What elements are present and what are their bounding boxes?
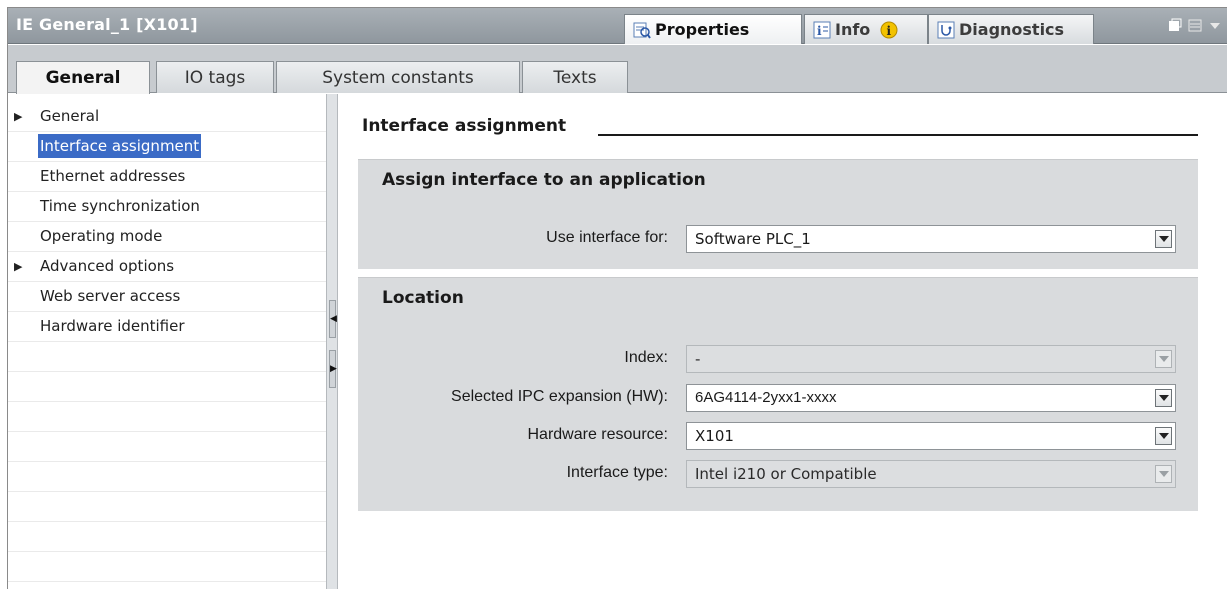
info-list-icon: i [813, 21, 831, 39]
tab-info[interactable]: i Info i [804, 14, 928, 44]
tab-properties-label: Properties [655, 20, 750, 39]
use-interface-for-dropdown[interactable]: Software PLC_1 [686, 225, 1176, 253]
dropdown-value: X101 [695, 427, 734, 445]
sidebar-item-interface-assignment[interactable]: Interface assignment [8, 132, 326, 162]
main-content: Interface assignment Assign interface to… [338, 94, 1227, 589]
sidebar-item-label: Time synchronization [40, 197, 200, 215]
info-icon: i [880, 21, 898, 39]
tab-diagnostics[interactable]: Diagnostics [928, 14, 1094, 44]
sidebar-item-label: Operating mode [40, 227, 163, 245]
dropdown-value: 6AG4114-2yxx1-xxxx [695, 389, 837, 406]
field-label: Use interface for: [546, 229, 668, 246]
chevron-right-icon: ▶ [330, 364, 337, 374]
section-title: Interface assignment [362, 116, 579, 136]
sidebar-empty-row [8, 492, 326, 522]
sidebar-item-label: Advanced options [40, 257, 175, 275]
sidebar-empty-row [8, 342, 326, 372]
sidebar-item-general[interactable]: ▶ General [8, 102, 326, 132]
tab-system-constants[interactable]: System constants [276, 61, 520, 93]
sidebar-empty-row [8, 372, 326, 402]
sidebar-item-ethernet-addresses[interactable]: Ethernet addresses [8, 162, 326, 192]
tab-diagnostics-label: Diagnostics [959, 20, 1065, 39]
sidebar-item-label: Interface assignment [38, 134, 202, 158]
sidebar-item-advanced-options[interactable]: ▶ Advanced options [8, 252, 326, 282]
sidebar-empty-row [8, 432, 326, 462]
group-location: Location Index: - Selected IPC expansion… [358, 277, 1198, 511]
sidebar-empty-row [8, 552, 326, 582]
tab-io-tags[interactable]: IO tags [156, 61, 274, 93]
field-label: Index: [624, 349, 668, 366]
expand-arrow-icon[interactable]: ▶ [14, 252, 22, 281]
dropdown-value: Intel i210 or Compatible [695, 465, 877, 483]
dropdown-value: - [695, 350, 701, 368]
title-bar: IE General_1 [X101] Properties i Info i … [8, 8, 1227, 44]
window-controls [1168, 18, 1222, 32]
dropdown-arrow-icon[interactable] [1155, 230, 1172, 248]
chevron-down-icon[interactable] [1208, 18, 1222, 32]
hardware-resource-dropdown[interactable]: X101 [686, 422, 1176, 450]
sidebar-item-label: General [40, 107, 100, 125]
ipc-expansion-dropdown[interactable]: 6AG4114-2yxx1-xxxx [686, 384, 1176, 412]
sidebar-item-label: Web server access [40, 287, 181, 305]
sidebar-item-time-synchronization[interactable]: Time synchronization [8, 192, 326, 222]
properties-icon [633, 21, 651, 39]
dropdown-arrow-icon [1155, 465, 1172, 483]
dropdown-arrow-icon [1155, 350, 1172, 368]
sidebar-empty-row [8, 402, 326, 432]
splitter[interactable]: ◀ ▶ [326, 94, 338, 589]
field-label: Hardware resource: [527, 426, 669, 443]
interface-type-dropdown: Intel i210 or Compatible [686, 460, 1176, 488]
sidebar-item-label: Ethernet addresses [40, 167, 186, 185]
collapse-left-button[interactable]: ◀ [329, 300, 337, 338]
svg-text:i: i [817, 24, 822, 38]
tab-info-label: Info [835, 20, 871, 39]
expand-right-button[interactable]: ▶ [329, 350, 337, 388]
tab-general[interactable]: General [16, 61, 150, 94]
dropdown-value: Software PLC_1 [695, 230, 811, 248]
group-assign-interface: Assign interface to an application Use i… [358, 159, 1198, 269]
group-title: Location [382, 288, 464, 308]
menu-icon[interactable] [1188, 18, 1202, 32]
field-label: Selected IPC expansion (HW): [451, 388, 668, 405]
window-title: IE General_1 [X101] [16, 15, 198, 34]
group-title: Assign interface to an application [382, 170, 706, 190]
dropdown-arrow-icon[interactable] [1155, 389, 1172, 407]
tab-bar: General IO tags System constants Texts [8, 45, 1227, 94]
tab-properties[interactable]: Properties [624, 14, 802, 44]
expand-arrow-icon[interactable]: ▶ [14, 102, 22, 131]
section-divider [598, 134, 1198, 136]
sidebar-empty-row [8, 522, 326, 552]
properties-window: IE General_1 [X101] Properties i Info i … [7, 7, 1227, 589]
dropdown-arrow-icon[interactable] [1155, 427, 1172, 445]
sidebar: ▶ General Interface assignment Ethernet … [8, 94, 326, 589]
sidebar-item-web-server-access[interactable]: Web server access [8, 282, 326, 312]
chevron-left-icon: ◀ [330, 314, 337, 324]
float-window-icon[interactable] [1168, 18, 1182, 32]
svg-text:i: i [887, 24, 892, 38]
index-dropdown: - [686, 345, 1176, 373]
sidebar-item-hardware-identifier[interactable]: Hardware identifier [8, 312, 326, 342]
sidebar-item-label: Hardware identifier [40, 317, 185, 335]
sidebar-empty-row [8, 462, 326, 492]
tab-texts[interactable]: Texts [522, 61, 628, 93]
sidebar-item-operating-mode[interactable]: Operating mode [8, 222, 326, 252]
field-label: Interface type: [566, 464, 668, 481]
diagnostics-icon [937, 21, 955, 39]
